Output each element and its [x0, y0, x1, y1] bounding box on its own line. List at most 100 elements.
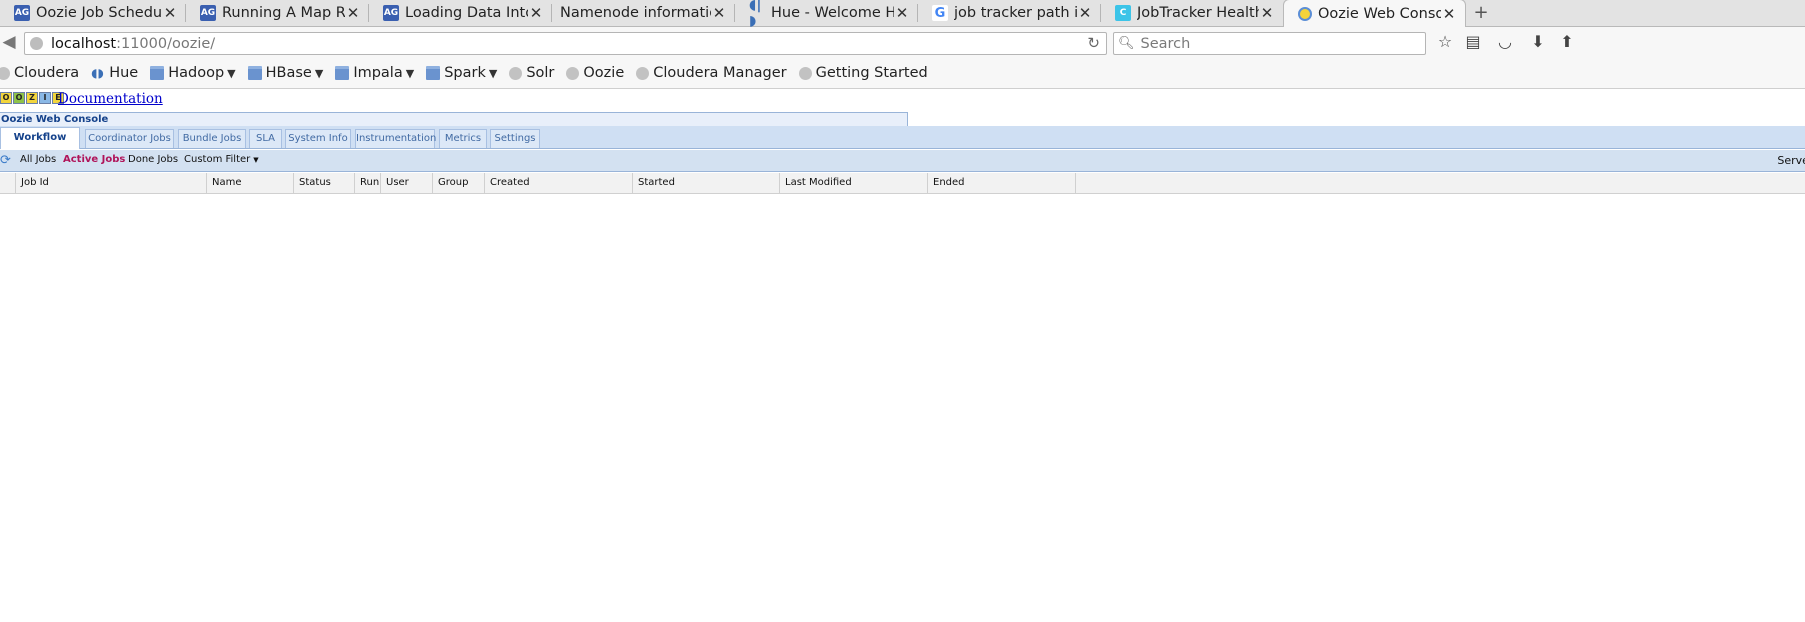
- browser-tab-title: JobTracker Health Tests: [1137, 5, 1259, 21]
- google-icon: G: [932, 5, 948, 21]
- column-header-status[interactable]: Status: [294, 173, 355, 193]
- column-header-run[interactable]: Run: [355, 173, 381, 193]
- column-header-name[interactable]: Name: [207, 173, 294, 193]
- home-arrow-icon[interactable]: ⬆: [1556, 31, 1578, 53]
- close-icon[interactable]: ✕: [1077, 4, 1093, 22]
- back-arrow-icon[interactable]: ◀: [0, 31, 20, 53]
- browser-tab-strip: AG Oozie Job Scheduling... ✕ AG Running …: [0, 0, 1805, 29]
- bookmark-folder-impala[interactable]: Impala ▼: [335, 65, 414, 81]
- column-header-job-id[interactable]: Job Id: [16, 173, 207, 193]
- bookmark-getting-started[interactable]: Getting Started: [798, 65, 928, 81]
- jobs-table-header: Job Id Name Status Run User Group Create…: [0, 173, 1805, 194]
- bookmark-cloudera-manager[interactable]: Cloudera Manager: [636, 65, 787, 81]
- column-header-started[interactable]: Started: [633, 173, 780, 193]
- globe-icon: [566, 66, 580, 80]
- column-header-group[interactable]: Group: [433, 173, 485, 193]
- chevron-down-icon: ▼: [227, 66, 236, 80]
- chevron-down-icon: ▼: [405, 66, 415, 80]
- tab-instrumentation[interactable]: Instrumentation: [355, 129, 436, 148]
- caret-down-icon: ▼: [253, 156, 259, 164]
- bookmark-label: HBase: [265, 65, 312, 81]
- browser-tab[interactable]: AG Oozie Job Scheduling... ✕: [0, 0, 186, 26]
- close-icon[interactable]: ✕: [528, 4, 544, 22]
- column-header-user[interactable]: User: [381, 173, 433, 193]
- bookmark-label: Solr: [526, 65, 555, 81]
- bookmark-label: Cloudera: [14, 65, 80, 81]
- close-icon[interactable]: ✕: [345, 4, 361, 22]
- bookmark-hue[interactable]: ◖◗ Hue: [91, 65, 138, 81]
- tab-metrics[interactable]: Metrics: [439, 129, 487, 148]
- server-version: Server version [: [1777, 154, 1805, 167]
- browser-tab-title: Oozie Job Scheduling...: [36, 5, 162, 21]
- tab-sla[interactable]: SLA: [249, 129, 282, 148]
- logo-letter: O: [0, 92, 12, 104]
- reload-icon[interactable]: ↻: [1087, 34, 1100, 52]
- documentation-link[interactable]: Documentation: [58, 91, 163, 107]
- oozie-logo: O O Z I E: [0, 92, 65, 105]
- bookmark-folder-hadoop[interactable]: Hadoop ▼: [150, 65, 236, 81]
- bookmark-solr[interactable]: Solr: [509, 65, 554, 81]
- search-bar[interactable]: 🔍︎: [1113, 32, 1426, 55]
- search-input[interactable]: [1140, 35, 1411, 52]
- logo-letter: Z: [26, 92, 38, 104]
- bookmark-folder-spark[interactable]: Spark ▼: [426, 65, 497, 81]
- bookmark-label: Spark: [444, 65, 486, 81]
- browser-tab-title: Namenode information: [560, 5, 711, 21]
- column-header-last-modified[interactable]: Last Modified: [780, 173, 928, 193]
- bookmark-label: Oozie: [583, 65, 625, 81]
- browser-tab[interactable]: ◖|◗ Hue - Welcome Home ✕: [735, 0, 918, 29]
- pocket-icon[interactable]: ◡: [1494, 31, 1516, 53]
- browser-tab-title: job tracker path in cl...: [954, 5, 1077, 21]
- browser-tab[interactable]: C JobTracker Health Tests ✕: [1101, 0, 1283, 26]
- browser-tab[interactable]: AG Running A Map Redu... ✕: [186, 0, 369, 26]
- jobs-table-body: [0, 194, 1805, 622]
- folder-icon: [426, 66, 441, 80]
- browser-tab-active[interactable]: Oozie Web Console ✕: [1283, 0, 1466, 27]
- refresh-icon[interactable]: ⟳: [0, 153, 11, 168]
- bookmark-label: Hue: [109, 65, 139, 81]
- globe-icon: [509, 66, 523, 80]
- close-icon[interactable]: ✕: [711, 4, 727, 22]
- bookmark-folder-hbase[interactable]: HBase ▼: [247, 65, 323, 81]
- column-header-ended[interactable]: Ended: [928, 173, 1076, 193]
- browser-tab[interactable]: AG Loading Data Into HB... ✕: [369, 0, 552, 26]
- hue-icon: ◖◗: [91, 65, 104, 80]
- tab-coordinator-jobs[interactable]: Coordinator Jobs: [85, 129, 174, 148]
- site-info-icon[interactable]: [30, 37, 43, 50]
- browser-tab[interactable]: G job tracker path in cl... ✕: [918, 0, 1101, 26]
- filter-custom-dropdown[interactable]: Custom Filter ▼: [184, 154, 259, 165]
- bookmark-label: Cloudera Manager: [653, 65, 787, 81]
- bookmark-oozie[interactable]: Oozie: [566, 65, 624, 81]
- cloudera-c-icon: C: [1115, 5, 1131, 21]
- tab-system-info[interactable]: System Info: [285, 129, 351, 148]
- close-icon[interactable]: ✕: [1259, 4, 1275, 22]
- close-icon[interactable]: ✕: [162, 4, 178, 22]
- bookmark-label: Getting Started: [815, 65, 928, 81]
- column-header-checkbox[interactable]: [0, 173, 16, 193]
- oozie-icon: [1298, 6, 1312, 21]
- bookmark-cloudera[interactable]: Cloudera: [0, 65, 79, 81]
- bookmark-label: Hadoop: [168, 65, 225, 81]
- close-icon[interactable]: ✕: [1441, 5, 1457, 23]
- browser-tab[interactable]: Namenode information ✕: [552, 0, 735, 26]
- browser-tab-title: Hue - Welcome Home: [771, 5, 894, 21]
- download-icon[interactable]: ⬇: [1527, 31, 1549, 53]
- new-tab-icon[interactable]: +: [1470, 3, 1492, 23]
- bookmark-star-icon[interactable]: ☆: [1434, 31, 1456, 53]
- filter-all-jobs[interactable]: All Jobs: [20, 154, 56, 165]
- tab-bundle-jobs[interactable]: Bundle Jobs: [178, 129, 246, 148]
- url-bar[interactable]: localhost:11000/oozie/ ↻: [24, 32, 1107, 55]
- bookmark-label: Impala: [353, 65, 403, 81]
- tab-workflow-jobs[interactable]: Workflow Jobs: [0, 127, 80, 163]
- console-tabs: Workflow Jobs Coordinator Jobs Bundle Jo…: [0, 126, 1805, 163]
- tab-settings[interactable]: Settings: [490, 129, 540, 148]
- ag-icon: AG: [14, 5, 30, 21]
- bookmarks-bar: Cloudera ◖◗ Hue Hadoop ▼ HBase ▼ Impala …: [0, 58, 1805, 89]
- browser-tab-title: Running A Map Redu...: [222, 5, 345, 21]
- close-icon[interactable]: ✕: [894, 4, 910, 22]
- globe-icon: [0, 66, 10, 80]
- column-header-created[interactable]: Created: [485, 173, 633, 193]
- filter-done-jobs[interactable]: Done Jobs: [128, 154, 178, 165]
- filter-active-jobs[interactable]: Active Jobs: [63, 154, 125, 165]
- reading-list-icon[interactable]: ▤: [1462, 31, 1484, 53]
